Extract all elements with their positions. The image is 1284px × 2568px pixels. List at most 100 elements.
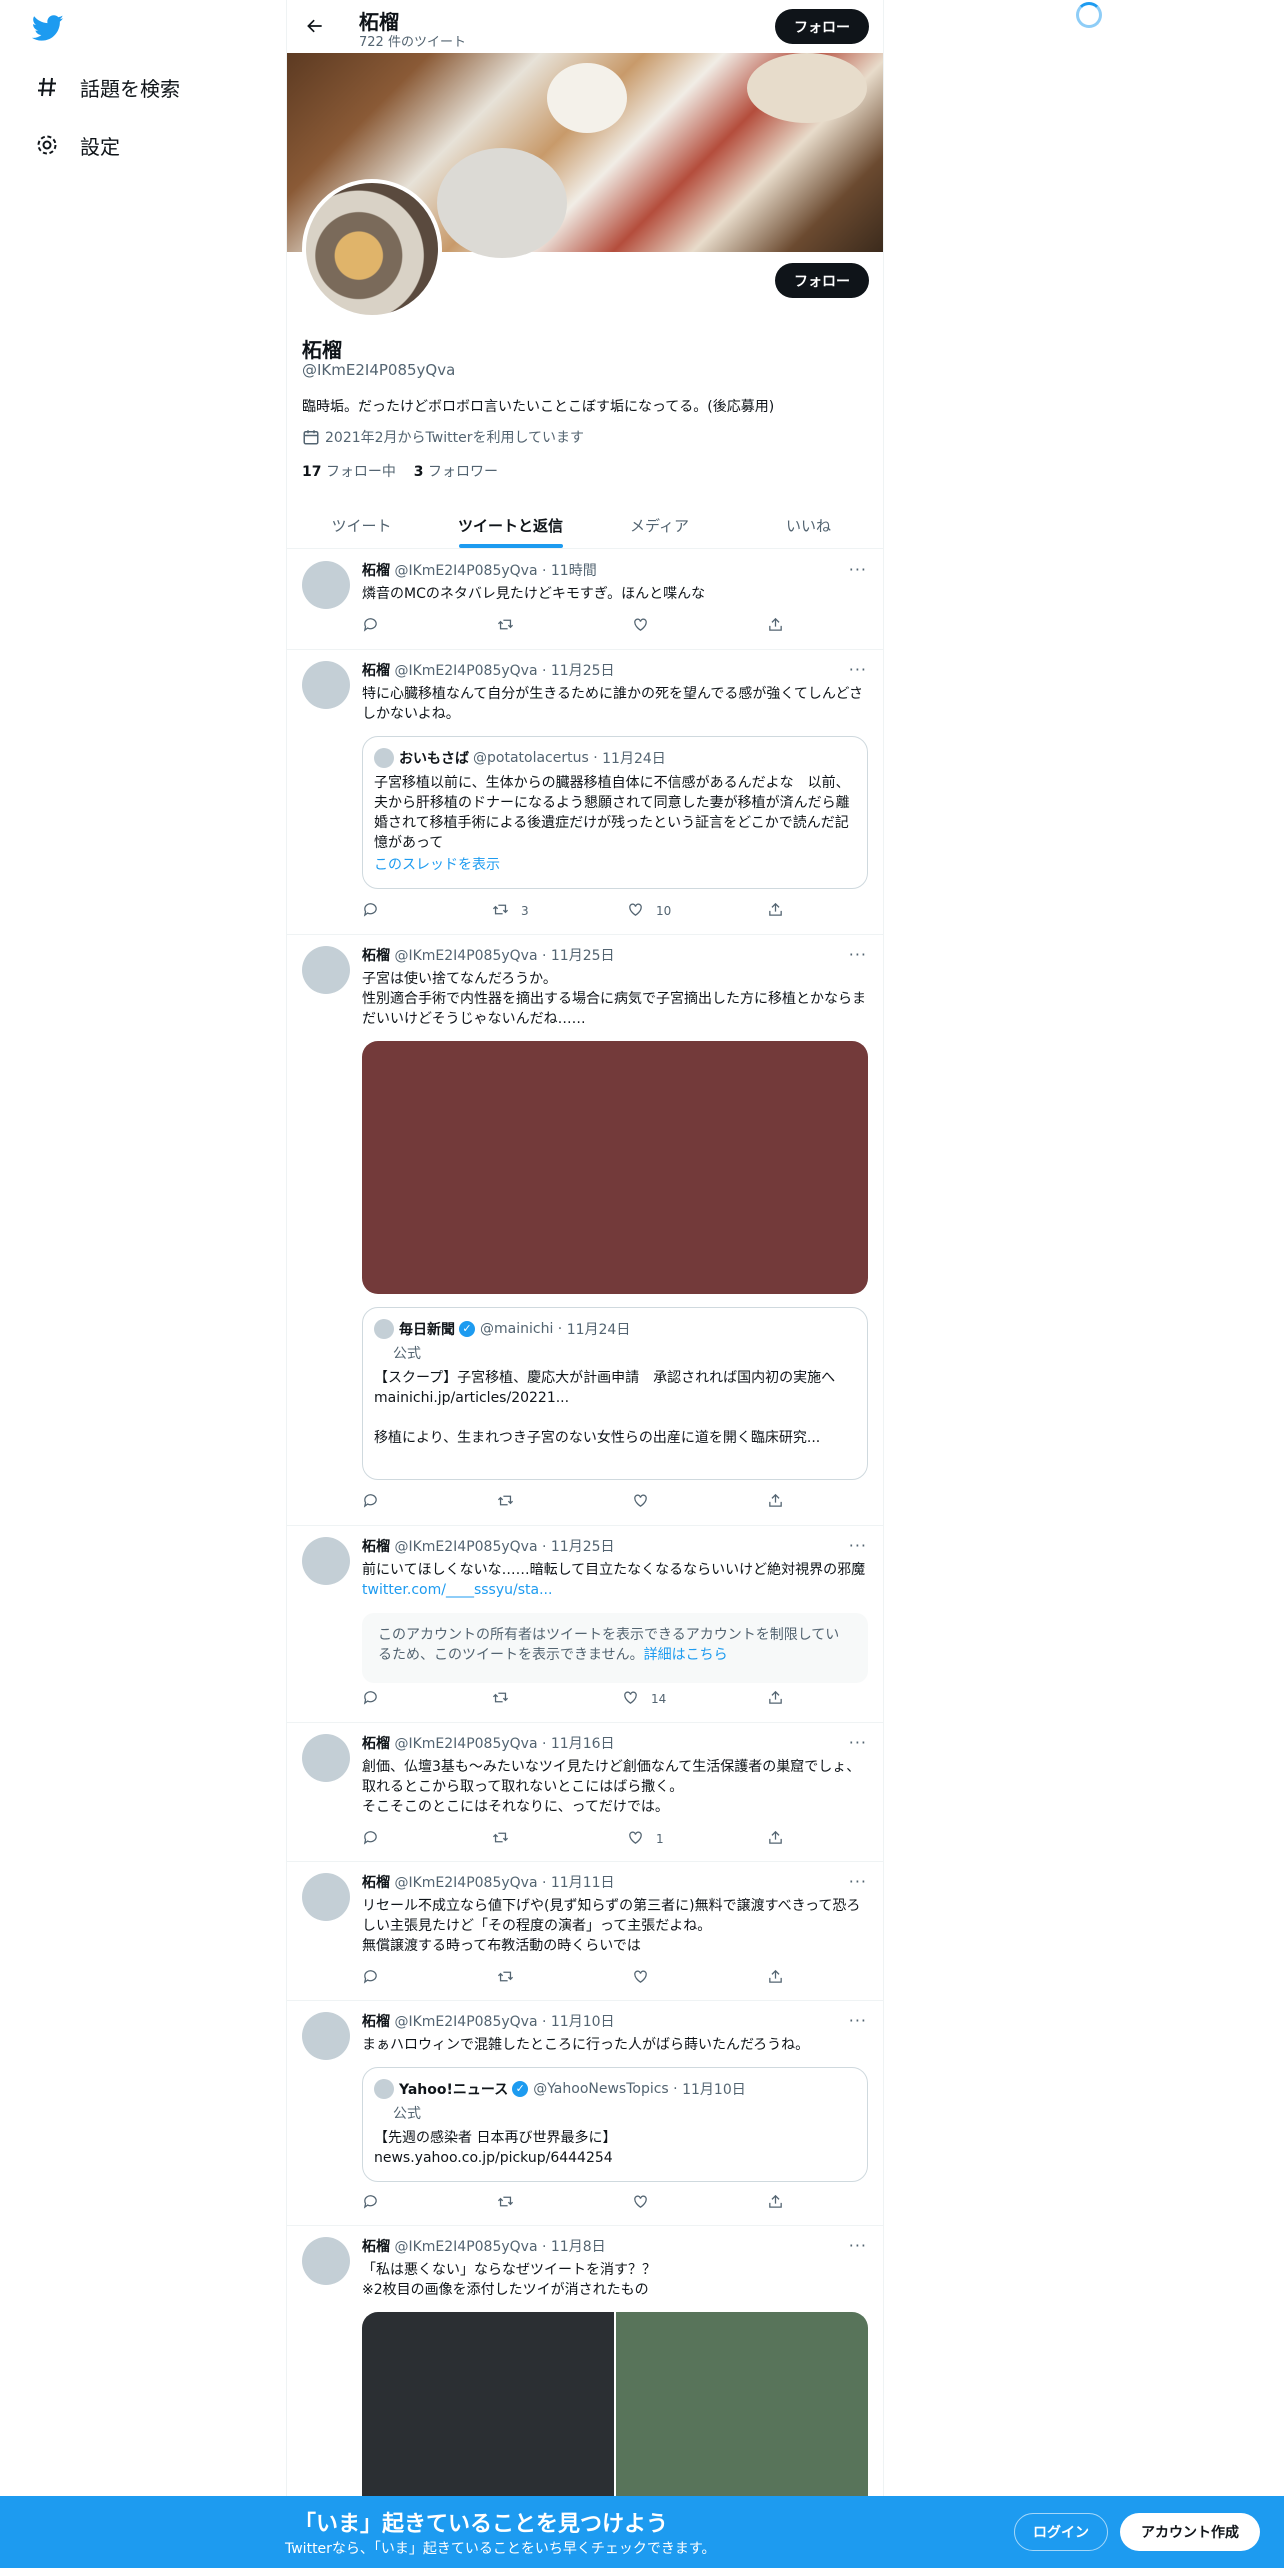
hashtag-icon bbox=[34, 74, 60, 100]
tweet-time[interactable]: 11月11日 bbox=[551, 1875, 615, 1891]
tab-media[interactable]: メディア bbox=[585, 502, 734, 548]
tweet-time[interactable]: 11月25日 bbox=[551, 948, 615, 964]
share-button[interactable] bbox=[767, 901, 796, 921]
share-button[interactable] bbox=[767, 1968, 796, 1988]
nav-explore[interactable]: 話題を検索 bbox=[34, 67, 180, 107]
tweet[interactable]: 柘榴 @IKmE2I4P085yQva · 11月10日 ··· まぁハロウィン… bbox=[287, 2001, 883, 2226]
share-button[interactable] bbox=[767, 2193, 796, 2213]
tab-tweets[interactable]: ツイート bbox=[287, 502, 436, 548]
tweet[interactable]: 柘榴 @IKmE2I4P085yQva · 11月25日 ··· 前にいてほしく… bbox=[287, 1526, 883, 1723]
profile-avatar[interactable] bbox=[302, 179, 442, 319]
tweet-avatar[interactable] bbox=[302, 946, 350, 994]
share-button[interactable] bbox=[767, 1689, 796, 1709]
like-button[interactable] bbox=[632, 616, 661, 636]
retweet-button[interactable] bbox=[497, 1968, 526, 1988]
reply-button[interactable] bbox=[362, 2193, 391, 2213]
more-options-icon[interactable]: ··· bbox=[849, 2236, 867, 2255]
share-button[interactable] bbox=[767, 1492, 796, 1512]
tweet-author-name[interactable]: 柘榴 bbox=[362, 2239, 390, 2255]
like-button[interactable]: 14 bbox=[622, 1689, 666, 1709]
more-options-icon[interactable]: ··· bbox=[849, 945, 867, 964]
tweet-author-name[interactable]: 柘榴 bbox=[362, 2014, 390, 2030]
login-button[interactable]: ログイン bbox=[1014, 2513, 1108, 2551]
tweet-author-handle[interactable]: @IKmE2I4P085yQva bbox=[394, 663, 537, 679]
tweet-link[interactable]: twitter.com/____sssyu/sta... bbox=[362, 1582, 552, 1598]
tweet-author-name[interactable]: 柘榴 bbox=[362, 1539, 390, 1555]
tweet-author-handle[interactable]: @IKmE2I4P085yQva bbox=[394, 2239, 537, 2255]
nav-settings[interactable]: 設定 bbox=[34, 125, 120, 165]
tweet-time[interactable]: 11月16日 bbox=[551, 1736, 615, 1752]
like-button[interactable]: 10 bbox=[627, 901, 671, 921]
tweet-author-handle[interactable]: @IKmE2I4P085yQva bbox=[394, 1875, 537, 1891]
like-button[interactable]: 1 bbox=[627, 1829, 664, 1849]
tweet-author-name[interactable]: 柘榴 bbox=[362, 1875, 390, 1891]
share-button[interactable] bbox=[767, 616, 796, 636]
tweet-author-name[interactable]: 柘榴 bbox=[362, 663, 390, 679]
retweet-button[interactable] bbox=[492, 1689, 521, 1709]
tweet-author-handle[interactable]: @IKmE2I4P085yQva bbox=[394, 948, 537, 964]
tweet-time[interactable]: 11月25日 bbox=[551, 1539, 615, 1555]
header-follow-button[interactable]: フォロー bbox=[775, 9, 869, 44]
tweet-time[interactable]: 11月10日 bbox=[551, 2014, 615, 2030]
tweet-avatar[interactable] bbox=[302, 1734, 350, 1782]
followers-link[interactable]: 3 フォロワー bbox=[414, 464, 498, 480]
tweet-avatar[interactable] bbox=[302, 561, 350, 609]
tweet-avatar[interactable] bbox=[302, 2237, 350, 2285]
reply-button[interactable] bbox=[362, 1968, 391, 1988]
tweet[interactable]: 柘榴 @IKmE2I4P085yQva · 11月11日 ··· リセール不成立… bbox=[287, 1862, 883, 2001]
share-button[interactable] bbox=[767, 1829, 796, 1849]
tweet-author-handle[interactable]: @IKmE2I4P085yQva bbox=[394, 1539, 537, 1555]
tab-likes[interactable]: いいね bbox=[734, 502, 883, 548]
tweet-author-name[interactable]: 柘榴 bbox=[362, 1736, 390, 1752]
more-options-icon[interactable]: ··· bbox=[849, 2011, 867, 2030]
reply-button[interactable] bbox=[362, 616, 391, 636]
signup-button[interactable]: アカウント作成 bbox=[1120, 2513, 1260, 2551]
tweet-author-handle[interactable]: @IKmE2I4P085yQva bbox=[394, 563, 537, 579]
tweet-avatar[interactable] bbox=[302, 2012, 350, 2060]
tweet[interactable]: 柘榴 @IKmE2I4P085yQva · 11月25日 ··· 特に心臓移植な… bbox=[287, 650, 883, 935]
tweet-time[interactable]: 11月25日 bbox=[551, 663, 615, 679]
like-button[interactable] bbox=[632, 1968, 661, 1988]
quoted-tweet[interactable]: 毎日新聞 ✓ @mainichi · 11月24日 公式 【スクープ】子宮移植、慶応… bbox=[362, 1307, 868, 1480]
retweet-button[interactable]: 3 bbox=[492, 901, 529, 921]
tweet-image[interactable] bbox=[362, 1041, 868, 1294]
learn-more-link[interactable]: 詳細はこちら bbox=[644, 1647, 728, 1663]
more-options-icon[interactable]: ··· bbox=[849, 1536, 867, 1555]
quoted-tweet[interactable]: おいもさば @potatolacertus · 11月24日 子宮移植以前に、生体… bbox=[362, 736, 868, 889]
show-thread-link[interactable]: このスレッドを表示 bbox=[374, 855, 860, 875]
tweet[interactable]: 柘榴 @IKmE2I4P085yQva · 11月16日 ··· 創価、仏壇3基… bbox=[287, 1723, 883, 1862]
profile-follow-button[interactable]: フォロー bbox=[775, 263, 869, 298]
reply-button[interactable] bbox=[362, 901, 391, 921]
like-button[interactable] bbox=[632, 1492, 661, 1512]
retweet-button[interactable] bbox=[497, 2193, 526, 2213]
retweet-button[interactable] bbox=[497, 1492, 526, 1512]
tweet-time[interactable]: 11月8日 bbox=[551, 2239, 606, 2255]
tweet-avatar[interactable] bbox=[302, 1873, 350, 1921]
more-options-icon[interactable]: ··· bbox=[849, 1733, 867, 1752]
tweet-author-handle[interactable]: @IKmE2I4P085yQva bbox=[394, 2014, 537, 2030]
quote-text: 子宮移植以前に、生体からの臓器移植自体に不信感があるんだよな 以前、夫から肝移植… bbox=[374, 775, 850, 851]
following-link[interactable]: 17 フォロー中 bbox=[302, 464, 396, 480]
tweet-time[interactable]: 11時間 bbox=[551, 563, 597, 579]
like-count: 1 bbox=[656, 1832, 664, 1846]
tweet-avatar[interactable] bbox=[302, 1537, 350, 1585]
reply-button[interactable] bbox=[362, 1689, 391, 1709]
reply-button[interactable] bbox=[362, 1829, 391, 1849]
quoted-tweet[interactable]: Yahoo!ニュース ✓ @YahooNewsTopics · 11月10日 公式 … bbox=[362, 2067, 868, 2182]
reply-button[interactable] bbox=[362, 1492, 391, 1512]
tweet-author-handle[interactable]: @IKmE2I4P085yQva bbox=[394, 1736, 537, 1752]
like-button[interactable] bbox=[632, 2193, 661, 2213]
tweet[interactable]: 柘榴 @IKmE2I4P085yQva · 11時間 ··· 燐音のMCのネタバ… bbox=[287, 550, 883, 650]
more-options-icon[interactable]: ··· bbox=[849, 1872, 867, 1891]
tweet-avatar[interactable] bbox=[302, 661, 350, 709]
more-options-icon[interactable]: ··· bbox=[849, 560, 867, 579]
more-options-icon[interactable]: ··· bbox=[849, 660, 867, 679]
tab-tweets-and-replies[interactable]: ツイートと返信 bbox=[436, 502, 585, 548]
back-arrow-icon[interactable] bbox=[301, 12, 329, 40]
tweet-author-name[interactable]: 柘榴 bbox=[362, 563, 390, 579]
tweet[interactable]: 柘榴 @IKmE2I4P085yQva · 11月25日 ··· 子宮は使い捨て… bbox=[287, 935, 883, 1526]
tweet-author-name[interactable]: 柘榴 bbox=[362, 948, 390, 964]
twitter-logo-icon[interactable] bbox=[31, 12, 64, 44]
retweet-button[interactable] bbox=[492, 1829, 521, 1849]
retweet-button[interactable] bbox=[497, 616, 526, 636]
